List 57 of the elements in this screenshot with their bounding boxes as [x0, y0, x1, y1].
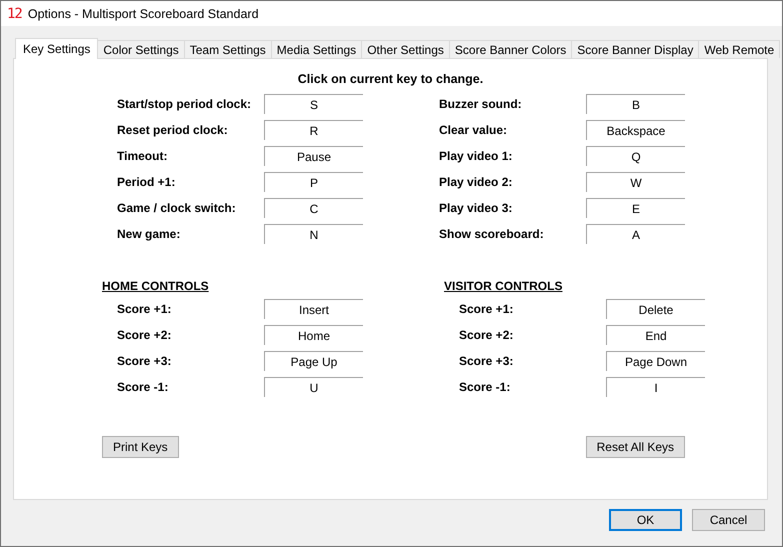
key-label: Score +3:: [117, 354, 172, 368]
key-label: Start/stop period clock:: [117, 97, 252, 111]
key-label: Score +1:: [459, 302, 514, 316]
tab[interactable]: Web Remote: [699, 40, 780, 58]
key-field[interactable]: Q: [586, 146, 685, 166]
key-label: Play video 2:: [439, 175, 514, 189]
tab[interactable]: Color Settings: [98, 40, 185, 58]
key-field[interactable]: B: [586, 94, 685, 114]
key-field[interactable]: Insert: [264, 299, 363, 319]
key-field[interactable]: S: [264, 94, 363, 114]
key-field[interactable]: U: [264, 377, 363, 397]
section-heading: HOME CONTROLS: [102, 279, 210, 293]
key-field[interactable]: Page Down: [606, 351, 705, 371]
key-field[interactable]: Home: [264, 325, 363, 345]
key-label: Show scoreboard:: [439, 227, 545, 241]
tab[interactable]: Key Settings: [15, 38, 98, 59]
key-field[interactable]: Pause: [264, 146, 363, 166]
key-label: Buzzer sound:: [439, 97, 523, 111]
key-field[interactable]: N: [264, 224, 363, 244]
key-label: Score +3:: [459, 354, 514, 368]
key-field[interactable]: Page Up: [264, 351, 363, 371]
tab[interactable]: Media Settings: [272, 40, 362, 58]
key-field[interactable]: I: [606, 377, 705, 397]
key-label: Reset period clock:: [117, 123, 229, 137]
key-field[interactable]: Delete: [606, 299, 705, 319]
panel-button[interactable]: Reset All Keys: [586, 436, 685, 458]
key-label: Score -1:: [117, 380, 170, 394]
key-label: Clear value:: [439, 123, 508, 137]
key-label: Score +1:: [117, 302, 172, 316]
key-field[interactable]: Backspace: [586, 120, 685, 140]
key-label: Timeout:: [117, 149, 168, 163]
key-field[interactable]: A: [586, 224, 685, 244]
window-title: Options - Multisport Scoreboard Standard: [28, 6, 259, 20]
key-label: Period +1:: [117, 175, 176, 189]
key-field[interactable]: E: [586, 198, 685, 218]
key-label: Play video 1:: [439, 149, 514, 163]
key-label: Game / clock switch:: [117, 201, 237, 215]
tab[interactable]: Team Settings: [184, 40, 272, 58]
key-label: Score +2:: [459, 328, 514, 342]
tab[interactable]: Score Banner Display: [572, 40, 700, 58]
tab[interactable]: Score Banner Colors: [450, 40, 572, 58]
key-field[interactable]: R: [264, 120, 363, 140]
app-icon: 12: [7, 6, 22, 22]
dialog-button[interactable]: Cancel: [692, 509, 765, 531]
key-field[interactable]: P: [264, 172, 363, 192]
instruction-text: Click on current key to change.: [296, 71, 484, 87]
key-label: Play video 3:: [439, 201, 514, 215]
key-label: Score -1:: [459, 380, 512, 394]
key-label: Score +2:: [117, 328, 172, 342]
section-heading: VISITOR CONTROLS: [444, 279, 564, 293]
key-label: New game:: [117, 227, 182, 241]
key-field[interactable]: End: [606, 325, 705, 345]
key-field[interactable]: C: [264, 198, 363, 218]
panel-button[interactable]: Print Keys: [102, 436, 179, 458]
dialog-button[interactable]: OK: [609, 509, 682, 531]
tab[interactable]: Other Settings: [362, 40, 450, 58]
key-field[interactable]: W: [586, 172, 685, 192]
